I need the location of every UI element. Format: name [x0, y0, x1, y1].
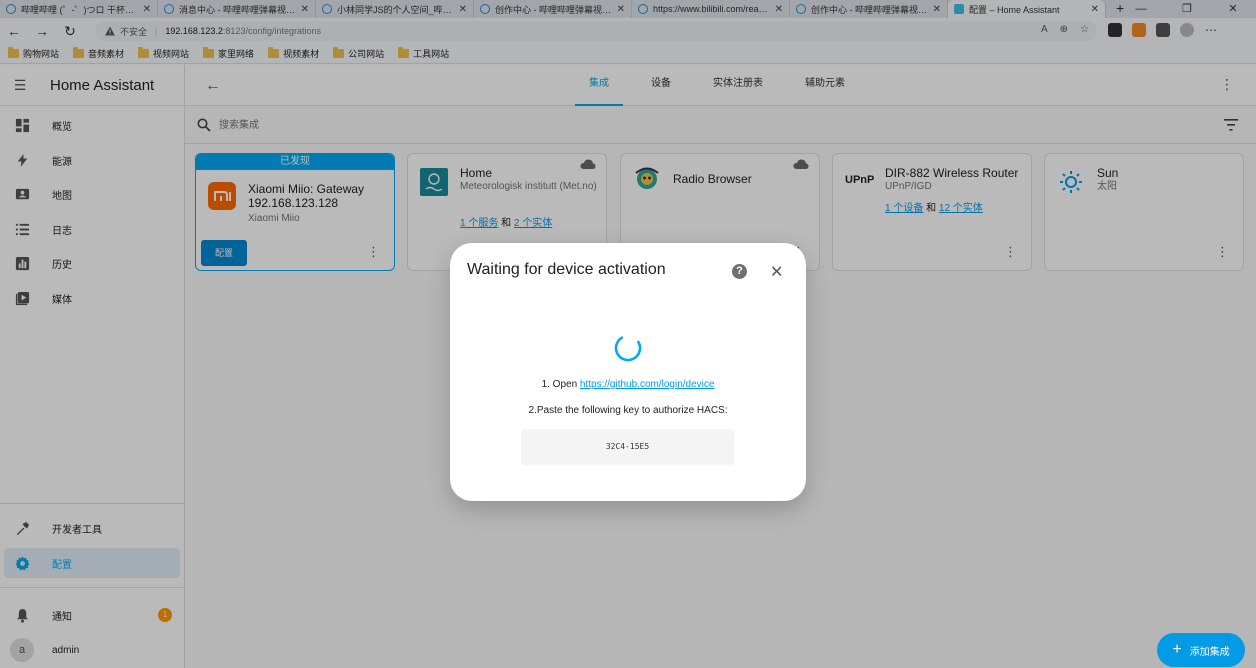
device-activation-dialog: Waiting for device activation ? ✕ 1. Ope…: [450, 243, 806, 501]
add-integration-button[interactable]: + 添加集成: [1157, 633, 1245, 667]
loading-spinner: [614, 334, 642, 362]
help-icon[interactable]: ?: [732, 264, 747, 279]
dialog-title: Waiting for device activation: [467, 261, 666, 278]
instruction-step-1: 1. Open https://github.com/login/device: [541, 379, 715, 390]
instruction-step-2: 2.Paste the following key to authorize H…: [528, 405, 728, 416]
github-device-link[interactable]: https://github.com/login/device: [580, 379, 715, 390]
close-icon[interactable]: ✕: [770, 262, 783, 282]
device-code[interactable]: 32C4-15E5: [521, 429, 734, 465]
plus-icon: +: [1172, 641, 1182, 658]
